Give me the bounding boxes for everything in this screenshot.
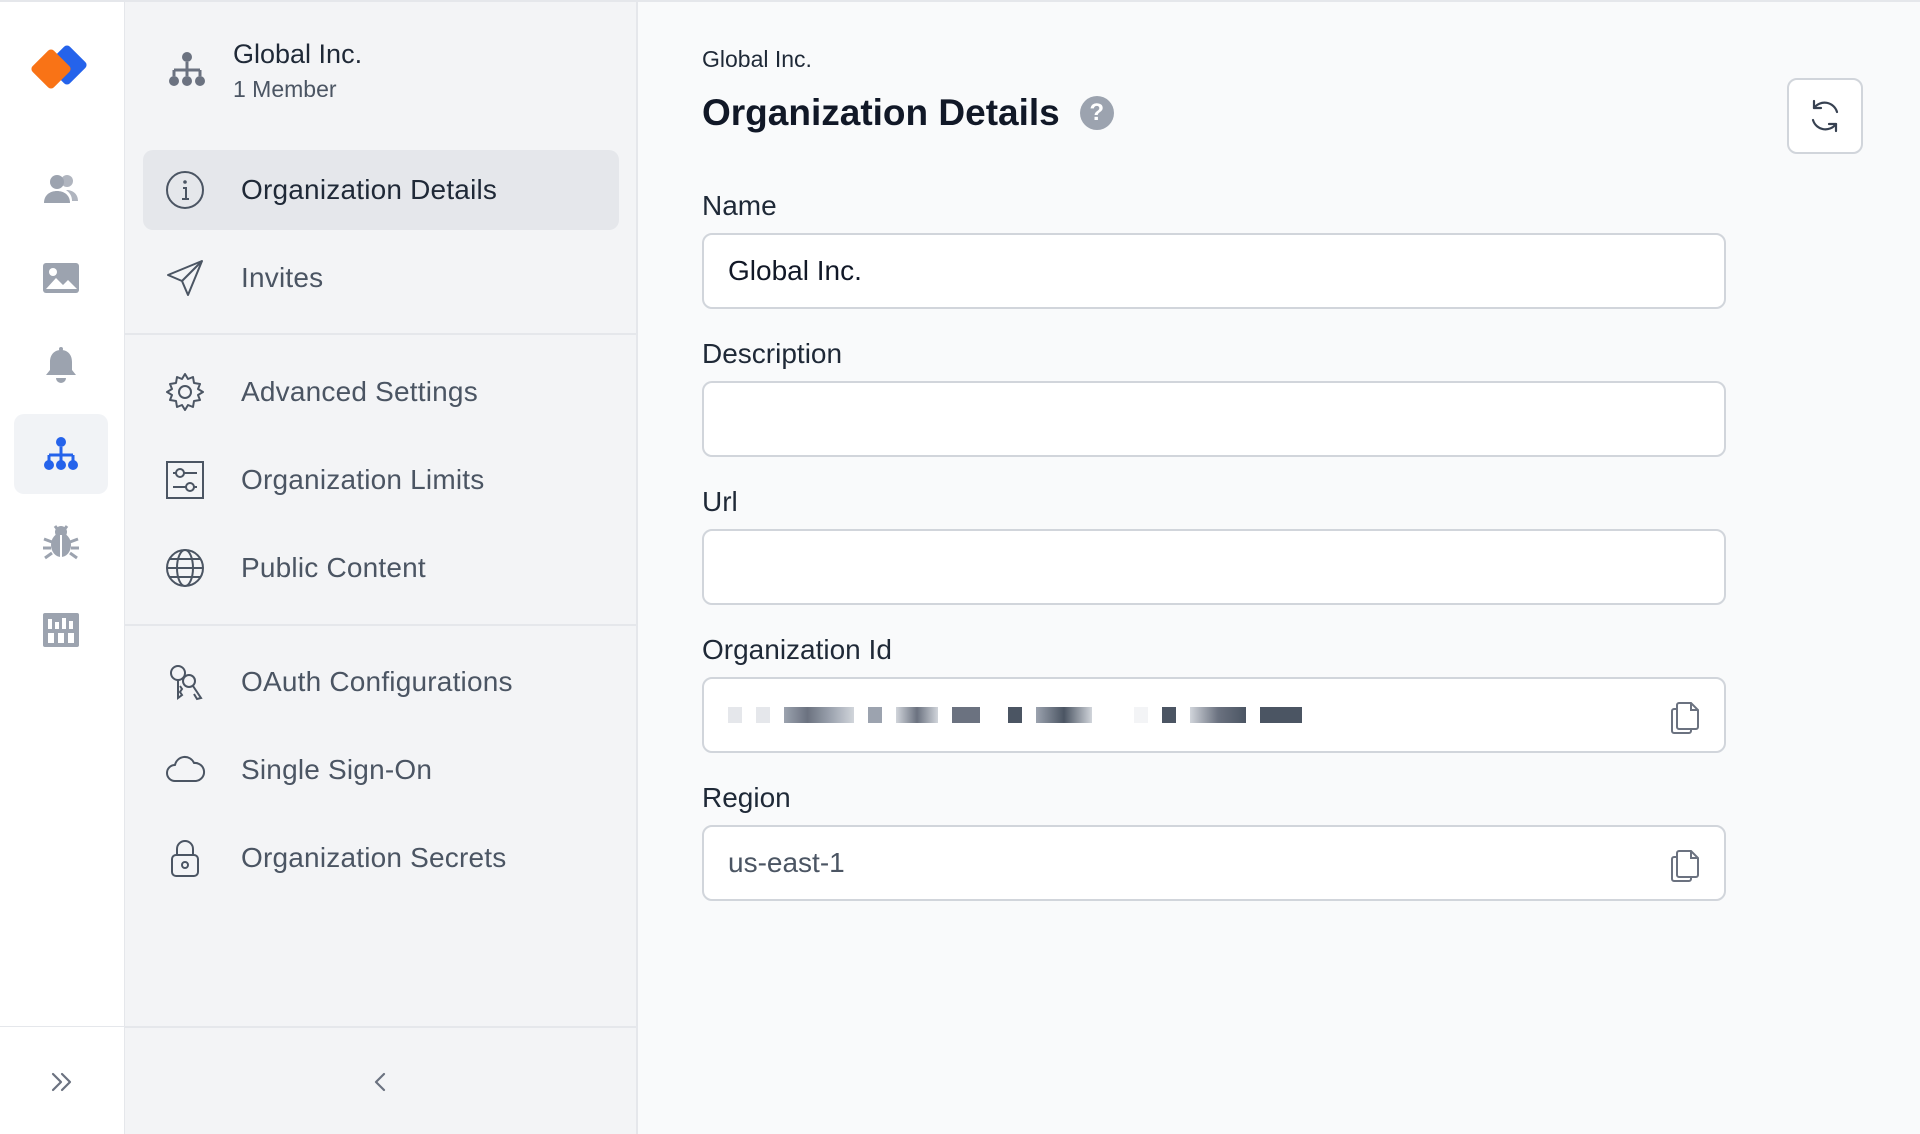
help-icon[interactable]: ? xyxy=(1079,96,1114,130)
nav-advanced-settings[interactable]: Advanced Settings xyxy=(143,352,619,432)
region-field: us-east-1 xyxy=(702,825,1726,901)
org-name: Global Inc. xyxy=(233,39,363,69)
org-id-label: Organization Id xyxy=(702,634,892,665)
nav-organization-details[interactable]: Organization Details xyxy=(143,150,619,230)
expand-rail-button[interactable] xyxy=(0,1026,124,1134)
rail-users[interactable] xyxy=(14,150,108,230)
rail-notifications[interactable] xyxy=(14,326,108,406)
double-chevron-right-icon xyxy=(51,1072,72,1091)
nav-divider xyxy=(125,333,636,335)
send-icon xyxy=(167,260,203,296)
name-label: Name xyxy=(702,190,777,221)
nav-label: Single Sign-On xyxy=(241,754,433,785)
refresh-button[interactable] xyxy=(1787,78,1863,154)
url-input[interactable] xyxy=(702,529,1726,605)
nav-label: OAuth Configurations xyxy=(241,666,513,697)
dashboard-icon xyxy=(43,613,79,647)
description-input[interactable] xyxy=(702,381,1726,457)
chevron-left-icon xyxy=(374,1072,385,1092)
settings-sidebar: Global Inc. 1 Member Organization Detail… xyxy=(125,0,638,1134)
lock-icon xyxy=(171,840,199,877)
region-label: Region xyxy=(702,782,791,813)
org-tree-icon xyxy=(169,52,205,86)
users-icon xyxy=(44,175,78,203)
description-label: Description xyxy=(702,338,843,369)
rail-reports[interactable] xyxy=(14,590,108,670)
main-content: Global Inc. Organization Details ? Name … xyxy=(638,0,1920,1134)
nav-organization-secrets[interactable]: Organization Secrets xyxy=(143,818,619,898)
region-value: us-east-1 xyxy=(728,847,845,878)
refresh-icon xyxy=(1811,99,1839,133)
org-tree-icon xyxy=(44,437,78,470)
nav-label: Advanced Settings xyxy=(241,376,478,407)
nav-label: Public Content xyxy=(241,552,426,583)
bell-icon xyxy=(46,347,76,383)
app-logo[interactable] xyxy=(30,44,94,94)
image-icon xyxy=(43,263,79,293)
copy-icon[interactable] xyxy=(1666,845,1704,883)
keys-icon xyxy=(170,665,203,701)
sliders-icon xyxy=(166,461,204,499)
redacted-org-id xyxy=(728,707,1302,723)
nav-label: Invites xyxy=(241,262,324,293)
copy-icon[interactable] xyxy=(1666,697,1704,735)
org-id-field xyxy=(702,677,1726,753)
icon-rail xyxy=(0,0,125,1134)
url-label: Url xyxy=(702,486,738,517)
page-title: Organization Details xyxy=(702,92,1060,133)
org-header: Global Inc. 1 Member xyxy=(165,36,362,106)
nav-oauth-configurations[interactable]: OAuth Configurations xyxy=(143,642,619,722)
rail-debug[interactable] xyxy=(14,502,108,582)
collapse-sidebar-button[interactable] xyxy=(125,1026,636,1134)
info-icon xyxy=(166,171,204,209)
name-input[interactable] xyxy=(702,233,1726,309)
rail-organization[interactable] xyxy=(14,414,108,494)
gear-icon xyxy=(166,373,204,411)
cloud-icon xyxy=(166,755,205,782)
nav-invites[interactable]: Invites xyxy=(143,238,619,318)
nav-label: Organization Secrets xyxy=(241,842,507,873)
page-title-row: Organization Details ? xyxy=(702,92,1114,134)
bug-icon xyxy=(43,525,79,560)
nav-single-sign-on[interactable]: Single Sign-On xyxy=(143,730,619,810)
breadcrumb[interactable]: Global Inc. xyxy=(702,46,812,73)
nav-label: Organization Limits xyxy=(241,464,485,495)
org-member-count: 1 Member xyxy=(233,76,337,102)
nav-divider xyxy=(125,624,636,626)
nav-public-content[interactable]: Public Content xyxy=(143,528,619,608)
nav-organization-limits[interactable]: Organization Limits xyxy=(143,440,619,520)
nav-label: Organization Details xyxy=(241,174,498,205)
rail-media[interactable] xyxy=(14,238,108,318)
globe-icon xyxy=(166,549,204,587)
